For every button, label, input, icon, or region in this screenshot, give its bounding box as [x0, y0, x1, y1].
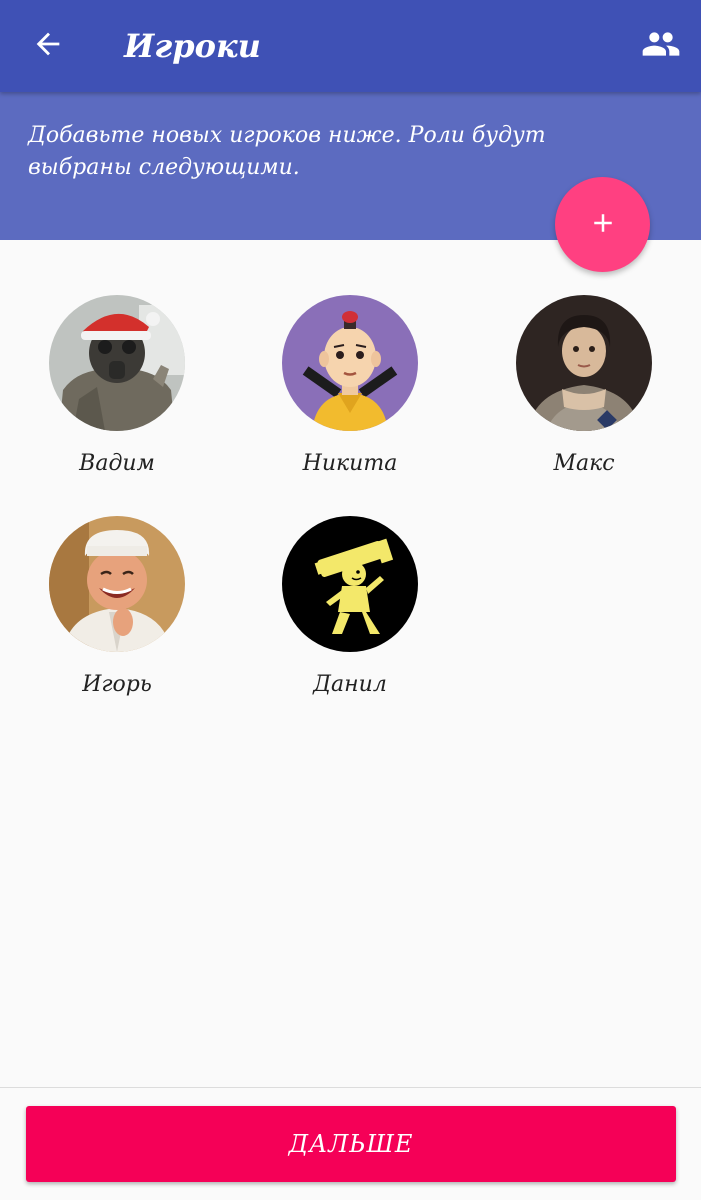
- arrow-left-icon: [31, 27, 65, 65]
- player-item[interactable]: Игорь: [17, 516, 217, 700]
- player-avatar-portrait: [516, 295, 652, 431]
- player-item[interactable]: Никита: [250, 295, 450, 479]
- player-avatar-vault-boy: [282, 516, 418, 652]
- player-item[interactable]: Макс: [484, 295, 684, 479]
- back-button[interactable]: [22, 22, 74, 70]
- add-player-button[interactable]: [555, 177, 650, 272]
- player-name: Макс: [553, 451, 615, 476]
- info-banner-text: Добавьте новых игроков ниже. Роли будут …: [28, 123, 546, 180]
- player-avatar-chef: [49, 516, 185, 652]
- player-item[interactable]: Данил: [250, 516, 450, 700]
- player-name: Игорь: [82, 672, 152, 697]
- player-name: Вадим: [79, 451, 155, 476]
- people-icon: [641, 24, 681, 68]
- players-group-button[interactable]: [635, 22, 687, 70]
- player-name: Никита: [302, 451, 398, 476]
- player-name: Данил: [313, 672, 387, 697]
- player-avatar-gas-mask-soldier: [49, 295, 185, 431]
- player-avatar-cartoon-monk: [282, 295, 418, 431]
- player-item[interactable]: Вадим: [17, 295, 217, 479]
- app-bar: Игроки: [0, 0, 701, 92]
- next-button[interactable]: ДАЛЬШЕ: [26, 1106, 676, 1182]
- footer-divider: [0, 1087, 701, 1088]
- plus-icon: [588, 208, 618, 242]
- page-title: Игроки: [124, 27, 261, 65]
